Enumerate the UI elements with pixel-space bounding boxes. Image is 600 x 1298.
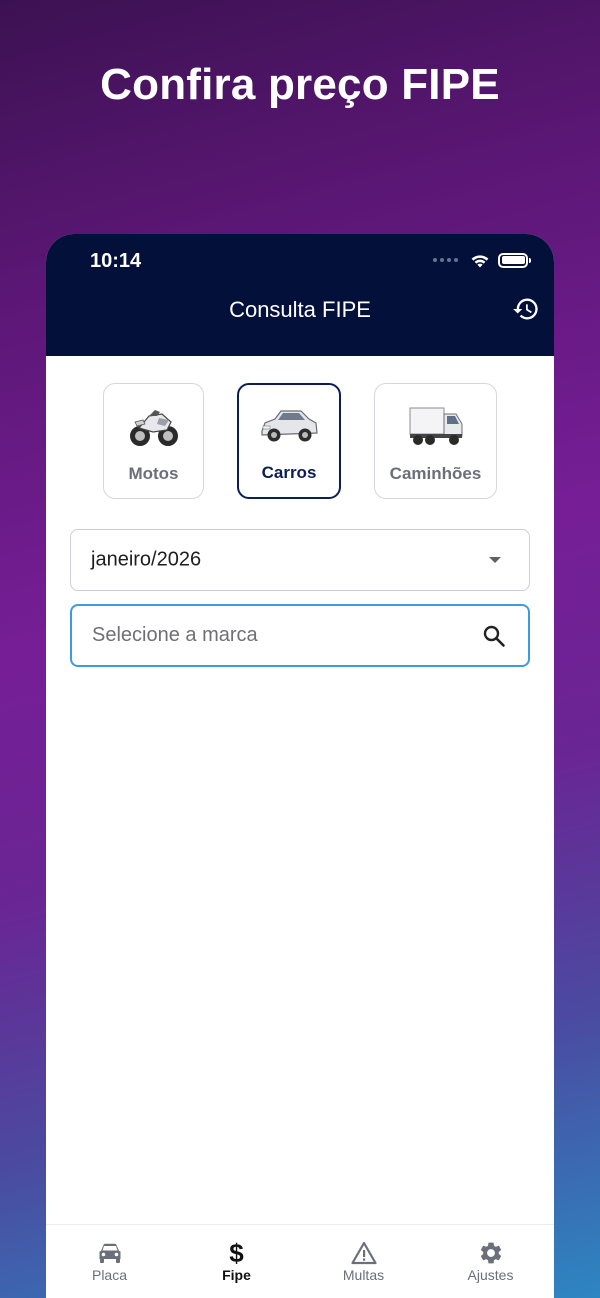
- vehicle-type-label: Carros: [261, 463, 317, 482]
- search-icon[interactable]: [482, 624, 506, 648]
- warning-icon: [350, 1240, 378, 1266]
- car-icon: [261, 410, 318, 442]
- phone-screen: 10:14 Consulta FIPE Motos Carros Caminhõ…: [46, 234, 554, 1298]
- motorcycle-icon: [129, 410, 178, 446]
- gear-icon: [477, 1240, 505, 1266]
- brand-search-input[interactable]: [92, 606, 472, 665]
- tab-fipe[interactable]: $ Fipe: [173, 1225, 300, 1298]
- vehicle-type-motos[interactable]: Motos: [103, 383, 204, 499]
- tab-placa[interactable]: Placa: [46, 1225, 173, 1298]
- vehicle-type-label: Motos: [128, 464, 179, 483]
- vehicle-type-label: Caminhões: [389, 464, 482, 483]
- status-icons: [433, 252, 531, 268]
- status-time: 10:14: [90, 250, 142, 272]
- reference-month-value: janeiro/2026: [91, 548, 202, 571]
- tab-label: Multas: [342, 1267, 385, 1283]
- vehicle-type-carros[interactable]: Carros: [237, 383, 341, 499]
- app-header: 10:14 Consulta FIPE: [46, 234, 554, 356]
- dollar-icon: $: [229, 1238, 244, 1268]
- truck-icon: [409, 407, 462, 445]
- tab-multas[interactable]: Multas: [300, 1225, 427, 1298]
- car-icon: [96, 1240, 124, 1266]
- battery-icon: [498, 252, 531, 268]
- tab-ajustes[interactable]: Ajustes: [427, 1225, 554, 1298]
- wifi-icon: [471, 255, 489, 268]
- brand-search-field[interactable]: [70, 604, 530, 667]
- tab-label: Placa: [91, 1267, 128, 1283]
- bottom-tab-bar: Placa $ Fipe Multas Ajustes: [46, 1224, 554, 1298]
- reference-month-select[interactable]: janeiro/2026: [70, 529, 530, 591]
- tab-label: Ajustes: [467, 1267, 514, 1283]
- history-icon[interactable]: [512, 295, 540, 323]
- signal-dots-icon: [433, 258, 458, 262]
- caret-down-icon: [489, 557, 501, 563]
- headline: Confira preço FIPE: [100, 60, 500, 109]
- vehicle-type-caminhoes[interactable]: Caminhões: [374, 383, 497, 499]
- tab-label: Fipe: [222, 1267, 251, 1283]
- page-title: Consulta FIPE: [229, 297, 371, 322]
